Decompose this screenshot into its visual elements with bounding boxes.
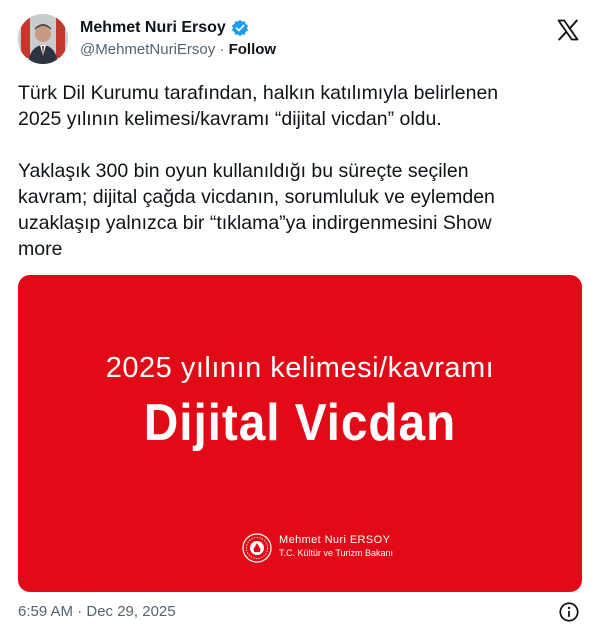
tweet-media-image[interactable]: 2025 yılının kelimesi/kavramı Dijital Vi… <box>18 275 582 592</box>
media-subtitle: 2025 yılının kelimesi/kavramı <box>105 352 495 384</box>
verified-badge-icon <box>231 19 248 37</box>
signature-block: Mehmet Nuri ERSOY T.C. Kültür ve Turizm … <box>279 534 393 558</box>
author-handle[interactable]: @MehmetNuriErsoy <box>80 41 215 58</box>
signature-title: T.C. Kültür ve Turizm Bakanı <box>279 548 394 558</box>
avatar[interactable] <box>18 14 68 64</box>
info-icon[interactable] <box>558 601 580 623</box>
tweet-footer: 6:59 AM · Dec 29, 2025 <box>18 601 584 623</box>
x-logo-icon[interactable] <box>556 18 580 42</box>
tweet-header: Mehmet Nuri Ersoy @MehmetNuriErsoy · Fol… <box>18 14 584 66</box>
signature-name: Mehmet Nuri ERSOY <box>279 534 391 546</box>
author-handle-row: @MehmetNuriErsoy · Follow <box>80 41 276 58</box>
author-name[interactable]: Mehmet Nuri Ersoy <box>80 19 226 37</box>
tweet-body: Türk Dil Kurumu tarafından, halkın katıl… <box>18 82 499 234</box>
tweet-timestamp[interactable]: 6:59 AM · Dec 29, 2025 <box>18 603 176 620</box>
ministry-seal-icon <box>242 533 272 563</box>
avatar-image <box>18 14 68 64</box>
follow-button[interactable]: Follow <box>229 41 277 58</box>
author-name-row: Mehmet Nuri Ersoy <box>80 19 249 37</box>
separator-dot: · <box>219 41 225 58</box>
media-title: Dijital Vicdan <box>143 394 457 452</box>
tweet-text: Türk Dil Kurumu tarafından, halkın katıl… <box>18 80 584 262</box>
